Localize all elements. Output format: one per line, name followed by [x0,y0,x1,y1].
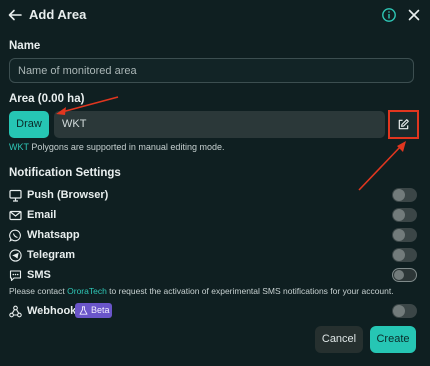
cancel-button[interactable]: Cancel [315,326,363,353]
area-name-input[interactable] [9,58,414,83]
page-title: Add Area [29,7,87,22]
annotation-arrow-edit [358,141,406,191]
sms-note: Please contact OroraTech to request the … [9,286,394,296]
notification-settings-title: Notification Settings [9,167,121,179]
sms-icon [9,270,22,282]
area-label: Area (0.00 ha) [9,93,85,105]
close-icon[interactable] [406,7,422,23]
add-area-panel: Add Area Name Area (0.00 ha) Draw WKT WK… [0,0,430,366]
wkt-hint: WKT Polygons are supported in manual edi… [9,142,225,152]
notification-label: SMS [27,269,51,281]
edit-wkt-button[interactable] [388,110,419,139]
notification-label: Whatsapp [27,229,80,241]
telegram-toggle[interactable] [392,248,417,262]
email-icon [9,210,22,221]
info-icon[interactable] [381,7,397,23]
whatsapp-toggle[interactable] [392,228,417,242]
name-label: Name [9,40,41,52]
notification-row-telegram: Telegram [9,248,419,264]
ororatech-link[interactable]: OroraTech [67,286,107,296]
flask-icon [79,306,88,315]
telegram-icon [9,249,22,262]
email-toggle[interactable] [392,208,417,222]
webhook-icon [9,305,22,318]
wkt-hint-link[interactable]: WKT [9,142,29,152]
back-arrow-icon[interactable] [7,7,23,23]
notification-row-whatsapp: Whatsapp [9,228,419,244]
notification-row-webhook: Webhook Beta [9,303,419,320]
push-toggle[interactable] [392,188,417,202]
wkt-field[interactable]: WKT [54,111,385,138]
edit-icon [398,119,409,130]
notification-row-push: Push (Browser) [9,188,419,204]
sms-toggle[interactable] [392,268,417,282]
monitor-icon [9,189,22,202]
panel-header: Add Area [0,0,430,30]
beta-badge: Beta [75,303,112,318]
notification-label: Email [27,209,57,221]
notification-label: Webhook [27,305,77,317]
notification-row-email: Email [9,208,419,224]
draw-button[interactable]: Draw [9,111,49,138]
create-button[interactable]: Create [370,326,416,353]
whatsapp-icon [9,229,21,242]
notification-label: Telegram [27,249,76,261]
notification-label: Push (Browser) [27,189,109,201]
webhook-toggle[interactable] [392,304,417,318]
notification-row-sms: SMS [9,268,419,284]
